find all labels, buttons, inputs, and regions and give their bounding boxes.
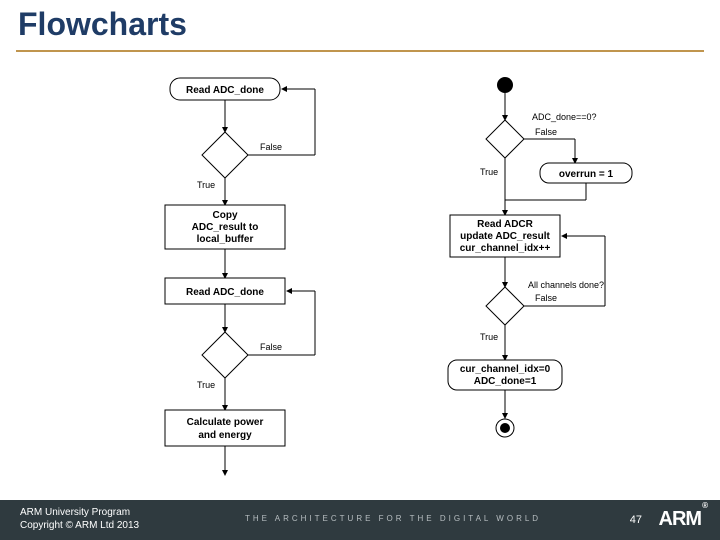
credits-line1: ARM University Program [20,506,139,519]
read-adcr-2: update ADC_result [460,231,550,242]
content-area: Read ADC_done False True Copy ADC_result… [0,55,720,495]
false-label-2: False [260,342,282,352]
slide: Flowcharts Read ADC_done False True [0,0,720,540]
calc-line1: Calculate power [187,417,264,428]
registered-icon: ® [702,501,707,510]
true1-label: True [480,167,498,177]
final-2: ADC_done=1 [474,376,537,387]
true-label-2: True [197,380,215,390]
false1-label: False [535,127,557,137]
end-node-inner [500,423,510,433]
decision-2 [202,332,248,378]
decision-adc-done [486,120,524,158]
credits-line2: Copyright © ARM Ltd 2013 [20,519,139,532]
title-divider [16,50,704,52]
calc-line2: and energy [198,430,252,441]
false-label-1: False [260,142,282,152]
arm-logo: ARM® [659,508,706,531]
overrun-label: overrun = 1 [559,169,614,180]
copy-line2: ADC_result to [192,222,259,233]
true2-label: True [480,332,498,342]
q1-label: ADC_done==0? [532,112,597,122]
arm-logo-text: ARM [659,508,702,530]
decision-all-channels [486,287,524,325]
footer-credits: ARM University Program Copyright © ARM L… [20,506,139,532]
final-1: cur_channel_idx=0 [460,364,551,375]
left-flowchart: Read ADC_done False True Copy ADC_result… [110,60,380,490]
q2-label: All channels done? [528,280,604,290]
slide-title: Flowcharts [18,6,187,43]
right-flowchart: ADC_done==0? False overrun = 1 True Read… [400,65,680,485]
false2-label: False [535,293,557,303]
decision-1 [202,132,248,178]
read-adcr-1: Read ADCR [477,219,534,230]
start-node [497,77,513,93]
copy-line3: local_buffer [197,234,254,245]
copy-line1: Copy [213,210,238,221]
read-adc-done-label: Read ADC_done [186,85,264,96]
footer-tagline: THE ARCHITECTURE FOR THE DIGITAL WORLD [245,514,541,523]
page-number: 47 [630,514,642,526]
read-adcr-3: cur_channel_idx++ [460,243,551,254]
true-label-1: True [197,180,215,190]
read-adc-done-2-label: Read ADC_done [186,287,264,298]
footer-bar: ARM University Program Copyright © ARM L… [0,500,720,540]
